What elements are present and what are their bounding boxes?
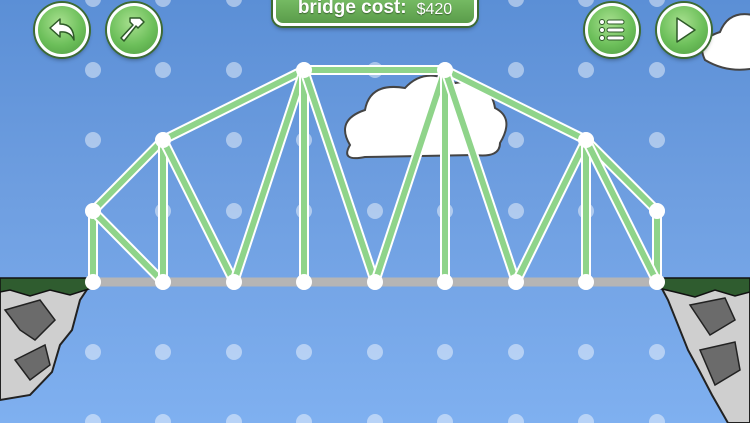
grid-dot[interactable] [296, 414, 312, 423]
bridge-joint[interactable] [578, 274, 594, 290]
grid-dot[interactable] [437, 414, 453, 423]
grid-dot[interactable] [649, 414, 665, 423]
build-grid[interactable] [85, 0, 665, 423]
right-cliff [657, 277, 750, 423]
bridge-cost-label: bridge cost: [297, 0, 407, 18]
bridge-joint[interactable] [85, 274, 101, 290]
bridge-member[interactable] [583, 137, 660, 285]
bridge-joint[interactable] [437, 62, 453, 78]
bridge-joint[interactable] [226, 274, 242, 290]
grid-dot[interactable] [226, 0, 242, 7]
list-menu-icon [599, 19, 625, 41]
bridge-joint[interactable] [155, 132, 171, 148]
left-cliff [0, 277, 93, 402]
bridge-joint[interactable] [85, 203, 101, 219]
grid-dot[interactable] [226, 414, 242, 423]
grid-dot[interactable] [367, 203, 383, 219]
grid-dot[interactable] [508, 414, 524, 423]
bridge-member[interactable] [513, 137, 589, 285]
bridge-joint[interactable] [296, 274, 312, 290]
bridge-member[interactable] [90, 208, 166, 285]
grid-dot[interactable] [85, 344, 101, 360]
grid-dot[interactable] [367, 344, 383, 360]
bridge-joint[interactable] [649, 274, 665, 290]
undo-arrow-icon [49, 18, 75, 41]
game-scene[interactable] [0, 0, 750, 423]
grid-dot[interactable] [226, 132, 242, 148]
grid-dot[interactable] [85, 62, 101, 78]
grid-dot[interactable] [85, 414, 101, 423]
grid-dot[interactable] [508, 62, 524, 78]
undo-button[interactable] [35, 3, 89, 57]
bridge-joint[interactable] [155, 274, 171, 290]
grid-dot[interactable] [649, 344, 665, 360]
bridge-member[interactable] [90, 137, 166, 214]
grid-dot[interactable] [85, 0, 101, 7]
grid-dot[interactable] [296, 344, 312, 360]
grid-dot[interactable] [155, 414, 171, 423]
bridge-member[interactable] [301, 67, 378, 285]
grid-dot[interactable] [508, 203, 524, 219]
bridge-member[interactable] [160, 137, 237, 285]
bridge-joint[interactable] [367, 274, 383, 290]
bridge-cost-value: $420 [416, 1, 453, 18]
bridge-joint[interactable] [578, 132, 594, 148]
grid-dot[interactable] [85, 132, 101, 148]
bridge-cost-panel: bridge cost: $420 [273, 0, 477, 26]
grid-dot[interactable] [226, 62, 242, 78]
grid-dot[interactable] [226, 203, 242, 219]
menu-button[interactable] [585, 3, 639, 57]
grid-dot[interactable] [155, 62, 171, 78]
grid-dot[interactable] [578, 414, 594, 423]
grid-dot[interactable] [508, 0, 524, 7]
hammer-icon [120, 17, 145, 42]
grid-dot[interactable] [226, 344, 242, 360]
grid-dot[interactable] [649, 132, 665, 148]
bridge-joint[interactable] [649, 203, 665, 219]
bridge-joint[interactable] [296, 62, 312, 78]
bridge-joint[interactable] [437, 274, 453, 290]
play-triangle-icon [676, 17, 696, 43]
play-button[interactable] [657, 3, 711, 57]
grid-dot[interactable] [578, 344, 594, 360]
grid-dot[interactable] [578, 0, 594, 7]
grid-dot[interactable] [155, 0, 171, 7]
grid-dot[interactable] [508, 132, 524, 148]
grid-dot[interactable] [437, 344, 453, 360]
grid-dot[interactable] [578, 62, 594, 78]
grid-dot[interactable] [508, 344, 524, 360]
grid-dot[interactable] [649, 62, 665, 78]
build-button[interactable] [107, 3, 161, 57]
grid-dot[interactable] [367, 414, 383, 423]
grid-dot[interactable] [155, 344, 171, 360]
bridge-joint[interactable] [508, 274, 524, 290]
grid-dot[interactable] [649, 0, 665, 7]
